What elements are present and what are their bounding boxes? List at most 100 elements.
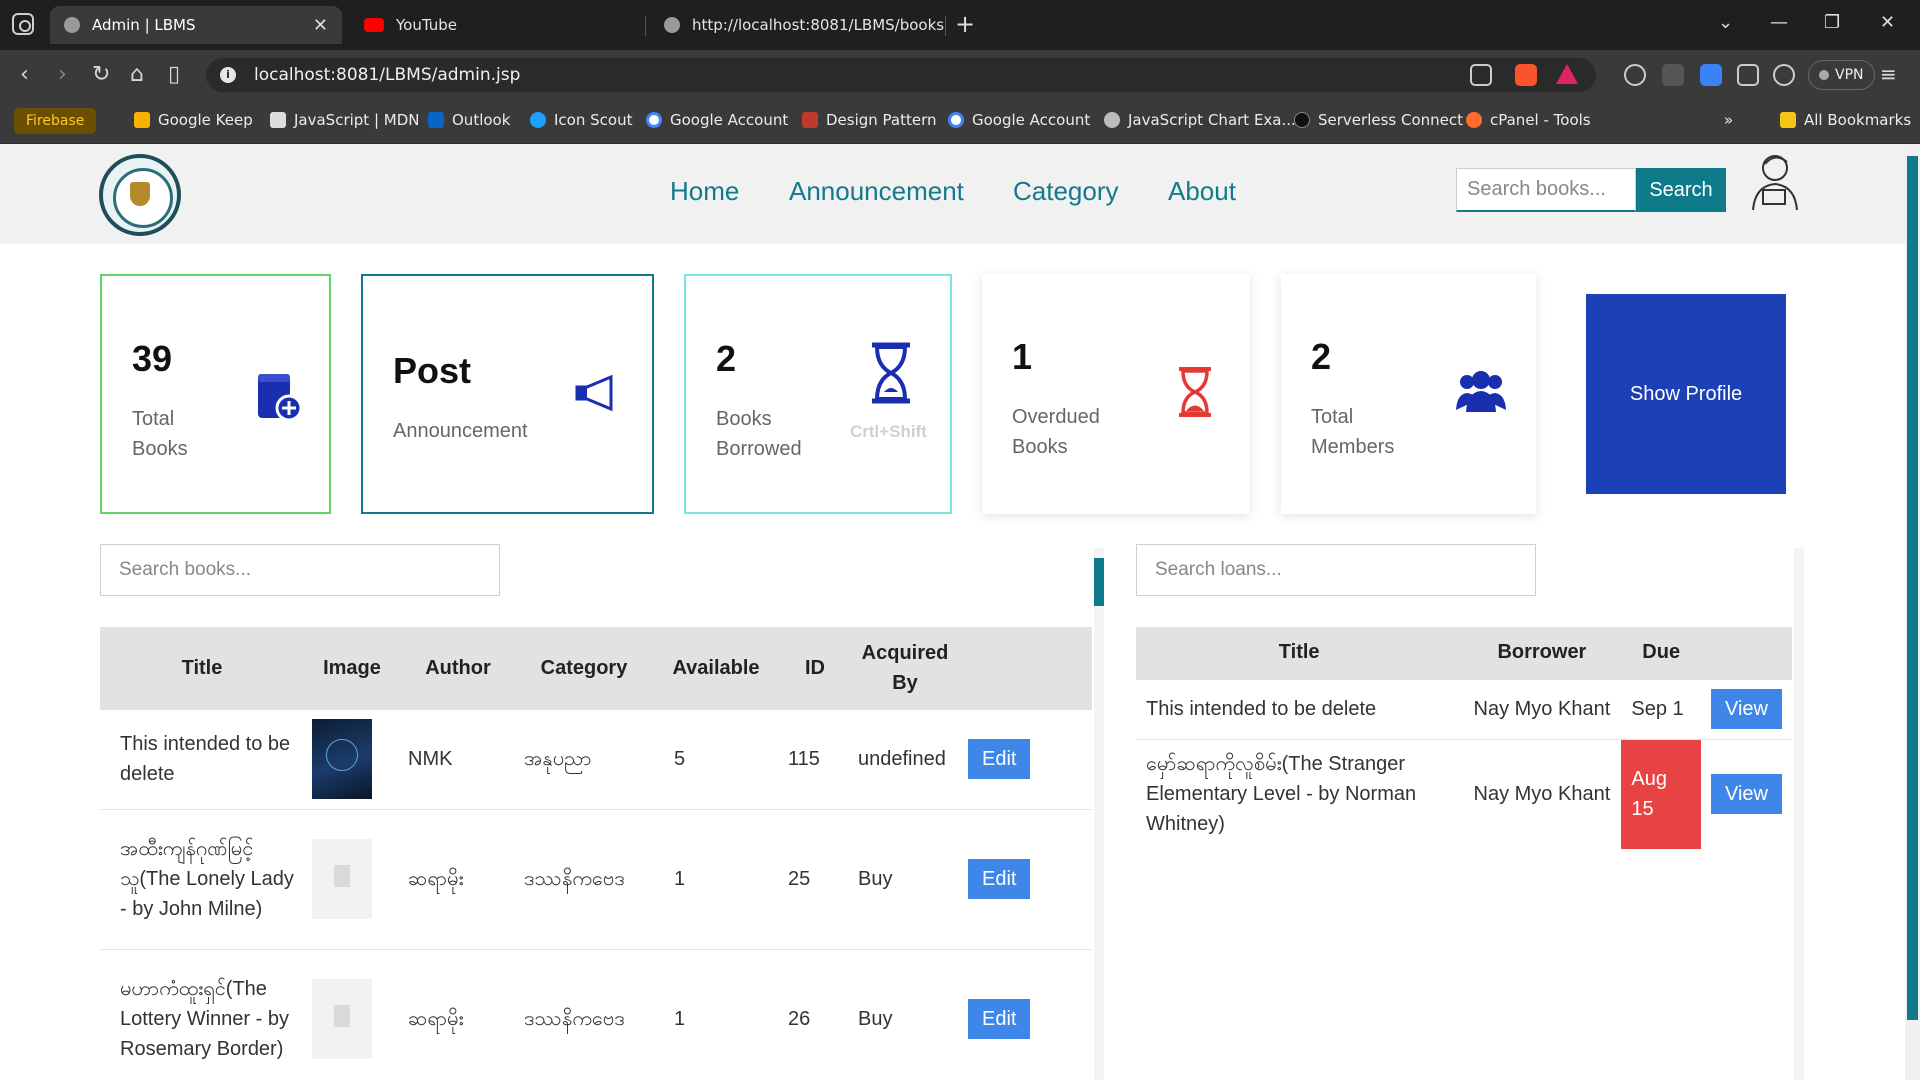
bookmark-mdn[interactable]: JavaScript | MDN [270, 111, 420, 129]
loans-scrollbar[interactable] [1794, 548, 1804, 1080]
book-author: ဆရာမိုး [400, 808, 516, 949]
restore-icon[interactable]: ❐ [1824, 12, 1840, 33]
window-close-icon[interactable]: ✕ [1880, 12, 1895, 33]
bookmark-google-keep[interactable]: Google Keep [134, 111, 253, 129]
bookmark-icon-scout[interactable]: Icon Scout [530, 111, 632, 129]
nav-announcement[interactable]: Announcement [789, 176, 964, 207]
total-members-count: 2 [1311, 336, 1332, 377]
hourglass-icon [872, 342, 910, 404]
book-acquired-by: Buy [850, 948, 960, 1080]
book-category: ဒဿနိကဗေဒ [516, 808, 652, 949]
table-row: မဟာကံထူးရှင်(The Lottery Winner - by Ros… [100, 948, 1092, 1080]
vpn-button[interactable]: VPN [1808, 60, 1875, 90]
bookmark-design-pattern[interactable]: Design Pattern [802, 111, 937, 129]
loans-search-input[interactable] [1136, 544, 1536, 596]
more-bookmarks-icon[interactable]: » [1724, 111, 1733, 129]
globe-icon [664, 17, 680, 33]
bookmark-google-account[interactable]: Google Account [948, 111, 1090, 129]
label-line: Total [132, 408, 175, 430]
column-actions [1700, 627, 1792, 679]
loan-title: This intended to be delete [1136, 678, 1463, 739]
bookmark-serverless[interactable]: Serverless Connect [1294, 111, 1463, 129]
back-icon[interactable]: ‹ [20, 62, 29, 87]
edit-button[interactable]: Edit [968, 999, 1031, 1040]
university-logo[interactable] [99, 154, 181, 236]
brave-shield-icon[interactable] [1515, 64, 1537, 86]
loan-borrower: Nay Myo Khant [1462, 678, 1622, 739]
total-books-card[interactable]: 39 Total Books [100, 274, 331, 514]
bookmark-cpanel[interactable]: cPanel - Tools [1466, 111, 1591, 129]
table-row: This intended to be delete Nay Myo Khant… [1136, 678, 1792, 739]
column-due: Due [1621, 627, 1701, 679]
tab-admin[interactable]: Admin | LBMS ✕ [50, 6, 342, 44]
label-line: Books [1012, 436, 1068, 458]
books-borrowed-card[interactable]: 2 Books Borrowed Crtl+Shift [684, 274, 952, 514]
book-image-cell [304, 948, 400, 1080]
react-devtools-icon[interactable] [1624, 64, 1646, 86]
books-search-input[interactable] [100, 544, 500, 596]
books-scrollbar[interactable] [1094, 548, 1104, 1080]
all-bookmarks[interactable]: All Bookmarks [1780, 111, 1911, 129]
nav-home[interactable]: Home [670, 176, 739, 207]
nav-about[interactable]: About [1168, 176, 1236, 207]
nav-category[interactable]: Category [1013, 176, 1119, 207]
book-image-cell [304, 708, 400, 809]
column-borrower: Borrower [1462, 627, 1622, 679]
close-icon[interactable]: ✕ [313, 15, 328, 36]
show-profile-button[interactable]: Show Profile [1586, 294, 1786, 494]
brave-rewards-icon[interactable] [1556, 64, 1578, 84]
url-field[interactable]: i localhost:8081/LBMS/admin.jsp [206, 58, 1596, 92]
browser-address-bar: ‹ › ↻ ⌂ ▯ i localhost:8081/LBMS/admin.js… [0, 50, 1920, 100]
bookmark-firebase[interactable]: Firebase [14, 108, 97, 134]
extension-icon[interactable] [1662, 64, 1684, 86]
book-actions: Edit [960, 808, 1092, 949]
bookmark-outlook[interactable]: Outlook [428, 111, 510, 129]
google-icon [948, 112, 964, 128]
header-search-input[interactable] [1456, 168, 1636, 212]
share-icon[interactable] [1470, 64, 1492, 86]
overdue-books-count: 1 [1012, 336, 1033, 377]
book-author: ဆရာမိုး [400, 948, 516, 1080]
tab-books[interactable]: http://localhost:8081/LBMS/books [650, 6, 944, 44]
forward-icon[interactable]: › [58, 62, 67, 87]
overdue-books-card[interactable]: 1 Overdued Books [982, 274, 1250, 514]
loan-due: Sep 1 [1621, 678, 1701, 739]
home-icon[interactable]: ⌂ [130, 62, 144, 87]
minimize-icon[interactable]: — [1770, 12, 1788, 33]
books-scrollbar-thumb[interactable] [1094, 558, 1104, 606]
books-table-header: Title Image Author Category Available ID… [100, 627, 1092, 709]
announcement-card[interactable]: Post Announcement [361, 274, 654, 514]
books-borrowed-count: 2 [716, 338, 737, 379]
page-scrollbar-thumb[interactable] [1907, 156, 1918, 1020]
book-id: 26 [780, 948, 850, 1080]
book-category: ဒဿနိကဗေဒ [516, 948, 652, 1080]
bookmark-label: Google Account [972, 111, 1091, 129]
tab-separator [645, 16, 646, 36]
column-acquired-by: Acquired By [850, 627, 960, 709]
new-tab-icon[interactable]: + [955, 10, 975, 38]
extensions-icon[interactable] [1737, 64, 1759, 86]
view-button[interactable]: View [1710, 689, 1782, 729]
browser-menu-icon[interactable]: ≡ [1880, 62, 1897, 86]
google-icon [646, 112, 662, 128]
tab-search-icon[interactable]: ⌄ [1718, 12, 1733, 33]
bookmark-js-chart[interactable]: JavaScript Chart Exa... [1104, 111, 1296, 129]
leo-ai-icon[interactable] [1773, 64, 1795, 86]
bookmark-google-account[interactable]: Google Account [646, 111, 788, 129]
total-members-card[interactable]: 2 Total Members [1281, 274, 1536, 514]
bookmark-icon[interactable]: ▯ [168, 62, 180, 87]
view-button[interactable]: View [1710, 774, 1782, 815]
user-avatar-icon[interactable] [1745, 150, 1805, 212]
browser-menu-icon[interactable] [12, 13, 34, 35]
tab-youtube[interactable]: YouTube [350, 6, 640, 44]
edit-button[interactable]: Edit [968, 859, 1031, 899]
site-info-icon[interactable]: i [220, 67, 236, 83]
reload-icon[interactable]: ↻ [92, 62, 110, 87]
loan-actions: View [1700, 678, 1792, 739]
edit-button[interactable]: Edit [968, 739, 1031, 779]
column-actions [960, 627, 1092, 709]
header-search-button[interactable]: Search [1636, 168, 1726, 212]
book-acquired-by: undefined [850, 708, 960, 809]
extension-icon[interactable] [1700, 64, 1722, 86]
table-row: မှော်ဆရာကိုလူစိမ်း(The Stranger Elementa… [1136, 738, 1792, 849]
